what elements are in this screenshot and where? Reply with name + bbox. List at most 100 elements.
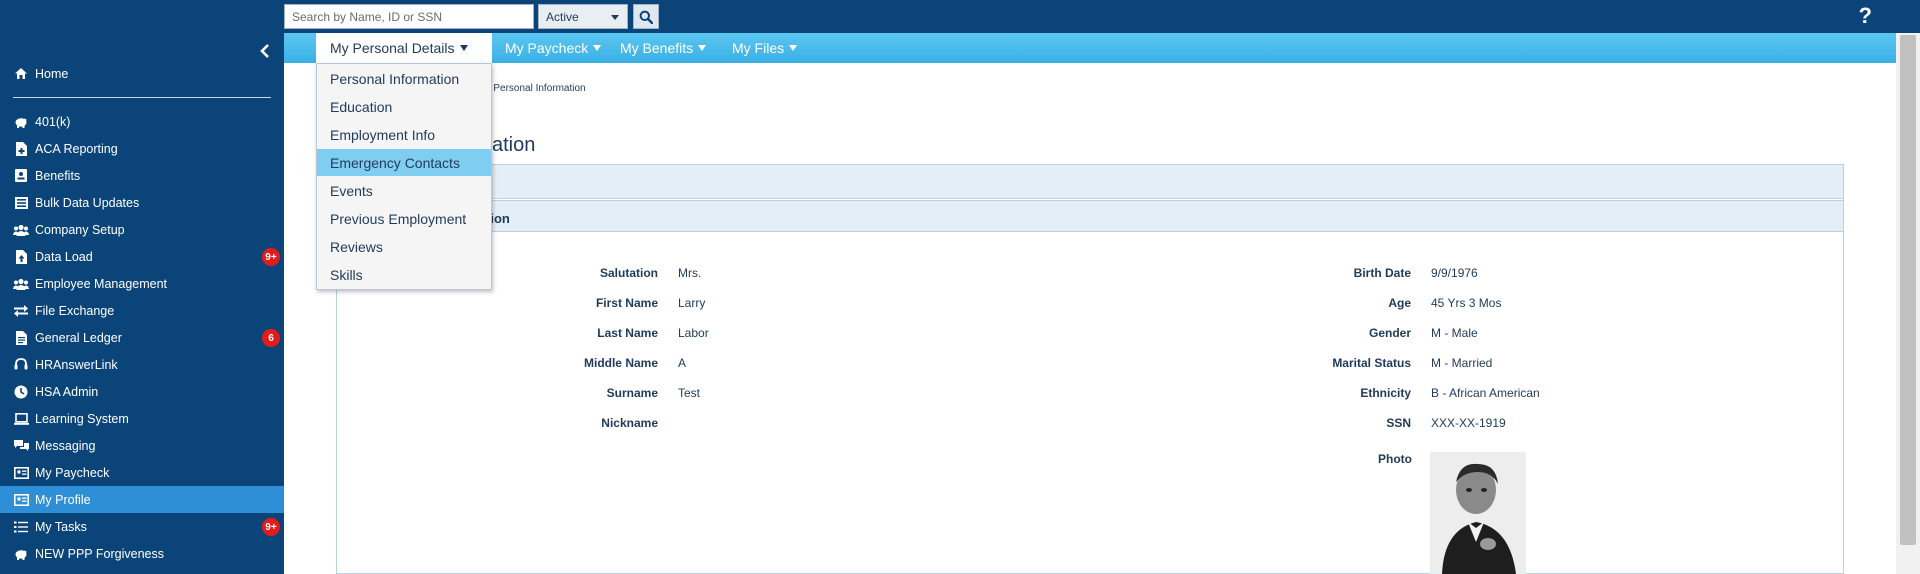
notification-badge: 9+ [262,248,280,266]
sidebar-item-company-setup[interactable]: Company Setup [0,216,284,243]
piggy-bank-icon [13,547,29,561]
caret-down-icon [698,45,707,51]
notification-badge: 9+ [262,518,280,536]
top-bar: Active ? [0,0,1920,33]
sidebar-item-my-paycheck[interactable]: My Paycheck [0,459,284,486]
sidebar-item-label: Company Setup [35,222,125,237]
field-value-ethnicity: B - African American [1431,386,1540,400]
field-label-photo: Photo [1378,452,1412,466]
tab-my-paycheck[interactable]: My Paycheck [495,33,611,63]
sidebar-item-benefits[interactable]: Benefits [0,162,284,189]
sidebar-item-my-tasks[interactable]: My Tasks 9+ [0,513,284,540]
page-title: ation [492,134,536,156]
tab-label: My Personal Details [330,40,455,56]
collapse-sidebar-icon[interactable] [257,43,273,59]
section-header [337,200,1843,232]
field-label-middle-name: Middle Name [583,356,658,370]
users-icon [13,223,29,237]
sidebar-item-label: Home [35,66,69,81]
search-input[interactable] [284,4,534,29]
notification-badge: 6 [262,329,280,347]
tasks-icon [13,520,29,534]
menu-item-events[interactable]: Events [317,177,491,204]
status-select[interactable]: Active [538,4,628,29]
main-nav: My Personal Details My Paycheck My Benef… [284,33,1896,63]
field-label-age: Age [1388,296,1411,310]
breadcrumb-current[interactable]: Personal Information [493,83,585,94]
file-plus-icon [13,141,29,156]
sidebar-item-label: General Ledger [35,330,122,345]
caret-down-icon [593,45,602,51]
sidebar-item-label: ACA Reporting [35,141,118,156]
sidebar-item-data-load[interactable]: Data Load 9+ [0,243,284,270]
sidebar-item-401-k[interactable]: 401(k) [0,108,284,135]
menu-item-reviews[interactable]: Reviews [317,233,491,260]
sidebar-item-label: Employee Management [35,276,168,291]
panel-header [337,165,1843,199]
field-value-middle-name: A [678,356,687,370]
sidebar-item-new-ppp-forgiveness[interactable]: NEW PPP Forgiveness [0,540,284,567]
sidebar-item-label: My Tasks [35,519,87,534]
sidebar-item-employee-management[interactable]: Employee Management [0,270,284,297]
sidebar-item-file-exchange[interactable]: File Exchange [0,297,284,324]
sidebar-item-label: NEW PPP Forgiveness [35,546,164,561]
sidebar-item-messaging[interactable]: Messaging [0,432,284,459]
tab-my-benefits[interactable]: My Benefits [610,33,716,63]
sidebar-item-label: HSA Admin [35,384,99,399]
profile-card-icon [13,493,29,507]
tab-label: My Files [732,40,785,56]
field-value-gender: M - Male [1431,326,1478,340]
caret-down-icon [459,45,468,51]
tab-label: My Benefits [620,40,694,56]
menu-item-education[interactable]: Education [317,93,491,120]
sidebar-item-label: File Exchange [35,303,115,318]
personal-details-menu: Personal Information Education Employment … [316,63,492,290]
field-value-surname: Test [678,386,701,400]
tab-my-files[interactable]: My Files [722,33,807,63]
sidebar-item-label: Bulk Data Updates [35,195,140,210]
scrollbar-thumb[interactable] [1900,35,1916,545]
search-button[interactable] [633,4,659,29]
list-icon [13,196,29,210]
help-icon[interactable]: ? [1859,4,1872,28]
field-label-ssn: SSN [1386,416,1411,430]
sidebar-item-hranswerlink[interactable]: HRAnswerLink [0,351,284,378]
menu-item-skills[interactable]: Skills [317,261,491,288]
sidebar-item-aca-reporting[interactable]: ACA Reporting [0,135,284,162]
field-label-marital-status: Marital Status [1332,356,1411,370]
sidebar-item-bulk-data-updates[interactable]: Bulk Data Updates [0,189,284,216]
menu-item-previous-employment[interactable]: Previous Employment [317,205,491,232]
menu-item-emergency-contacts[interactable]: Emergency Contacts [317,149,491,176]
users-icon [13,277,29,291]
headset-icon [13,358,29,372]
sidebar-divider [13,97,271,98]
piggy-bank-icon [13,115,29,129]
sidebar-item-label: Data Load [35,249,93,264]
sidebar: Home 401(k) ACA Reporting Benefits Bulk Dat… [0,33,284,574]
sidebar-item-my-profile[interactable]: My Profile [0,486,284,513]
sidebar-item-label: Benefits [35,168,81,183]
field-label-ethnicity: Ethnicity [1360,386,1411,400]
scrollbar[interactable] [1896,33,1920,574]
sidebar-item-hsa-admin[interactable]: HSA Admin [0,378,284,405]
field-value-last-name: Labor [678,326,709,340]
field-label-nickname: Nickname [601,416,658,430]
breadcrumb: ›Personal Information [486,83,586,94]
sidebar-item-home[interactable]: Home [0,60,284,87]
field-label-surname: Surname [606,386,658,400]
status-select-value: Active [546,10,579,24]
id-card-icon [13,169,29,183]
menu-item-employment-info[interactable]: Employment Info [317,121,491,148]
caret-down-icon [789,45,798,51]
chevron-down-icon [611,15,619,20]
sidebar-item-general-ledger[interactable]: General Ledger 6 [0,324,284,351]
sidebar-item-learning-system[interactable]: Learning System [0,405,284,432]
sidebar-item-label: HRAnswerLink [35,357,118,372]
file-upload-icon [13,249,29,264]
sidebar-item-label: Messaging [35,438,96,453]
tab-my-personal-details[interactable]: My Personal Details [316,33,492,63]
id-badge-icon [13,466,29,480]
laptop-icon [13,412,29,426]
field-value-birth-date: 9/9/1976 [1431,266,1478,280]
menu-item-personal-information[interactable]: Personal Information [317,65,491,92]
